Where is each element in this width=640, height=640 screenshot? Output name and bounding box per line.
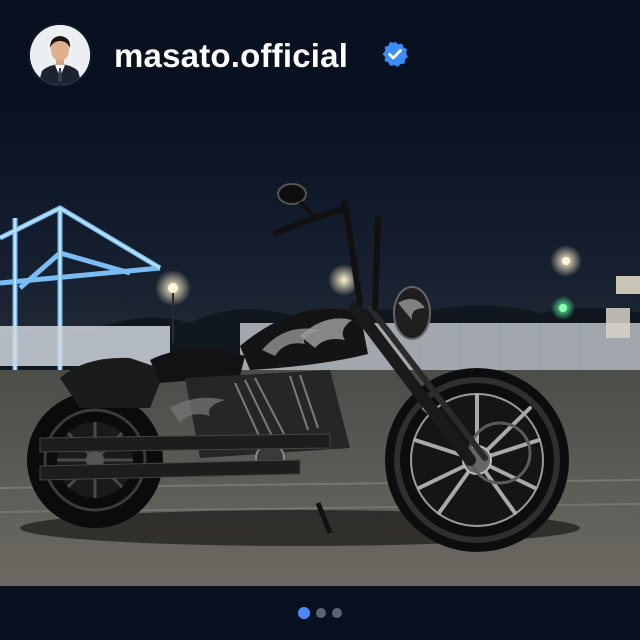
- profile-avatar[interactable]: [30, 25, 90, 85]
- carousel-indicator[interactable]: [0, 607, 640, 620]
- verified-badge-icon: [382, 41, 408, 67]
- post-photo[interactable]: [0, 108, 640, 586]
- carousel-dot[interactable]: [298, 607, 310, 619]
- carousel-dot[interactable]: [316, 608, 326, 618]
- carousel-dot[interactable]: [332, 608, 342, 618]
- carousel-footer: [0, 586, 640, 640]
- username[interactable]: masato.official: [114, 34, 348, 78]
- post-header: masato.official: [0, 0, 640, 108]
